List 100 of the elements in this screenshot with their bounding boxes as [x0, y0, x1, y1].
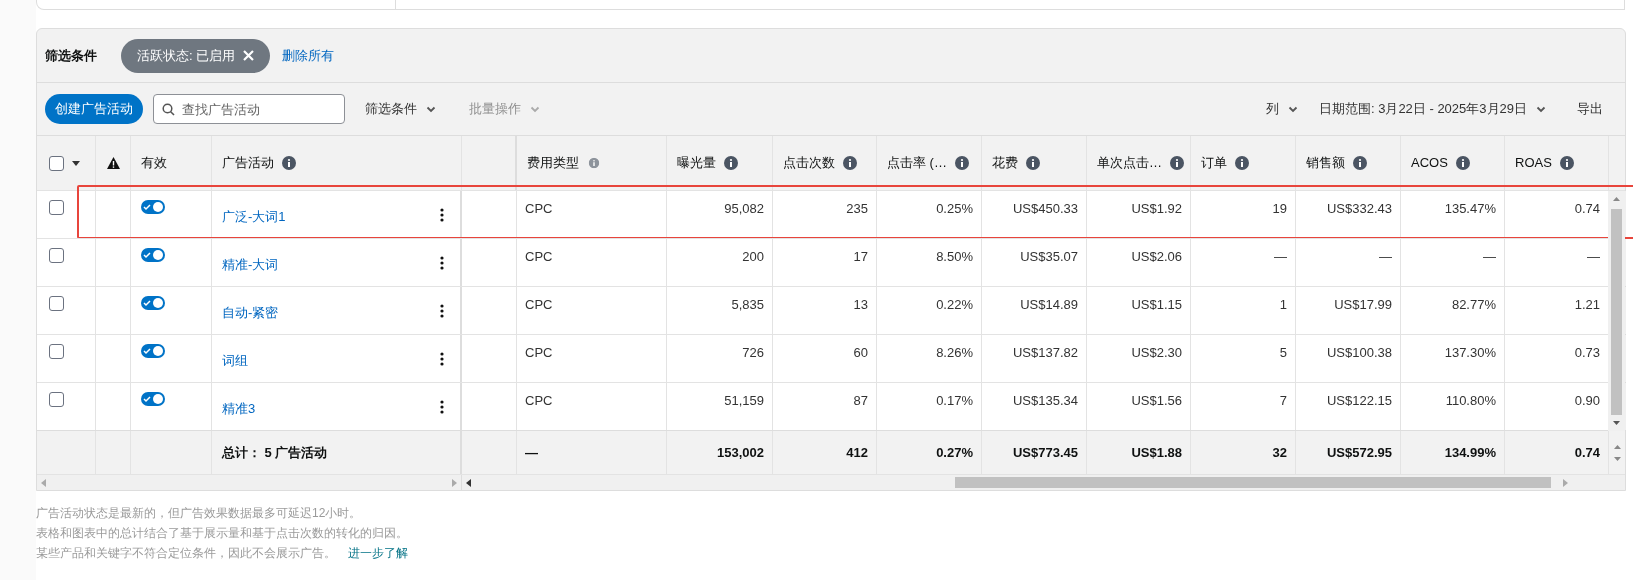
total-cell-text: 0.74: [1574, 443, 1600, 462]
toggle-switch[interactable]: [141, 344, 165, 358]
check-icon: [143, 251, 151, 259]
toggle-switch[interactable]: [141, 248, 165, 262]
scroll-down-icon[interactable]: [1614, 456, 1621, 461]
total-cell-text: —: [525, 443, 538, 462]
table-cell-text: —: [1379, 248, 1392, 266]
vertical-scrollbar[interactable]: [1608, 191, 1625, 431]
scroll-thumb[interactable]: [955, 477, 1551, 488]
table-cell-text: 1: [1279, 296, 1287, 314]
table-cell-text: US$332.43: [1326, 200, 1392, 218]
table-cell-text: CPC: [525, 248, 553, 266]
table-cell-text: —: [1587, 248, 1600, 266]
table-cell-text: 235: [846, 200, 868, 218]
table-cell-text: 200: [742, 248, 764, 266]
table-cell-text: —: [1483, 248, 1496, 266]
search-icon: [162, 103, 175, 116]
total-cell-text: 0.27%: [936, 443, 973, 462]
columns-dropdown[interactable]: 列: [1265, 99, 1299, 119]
check-icon: [143, 299, 151, 307]
column-header[interactable]: 点击次数: [783, 153, 835, 173]
table-cell-text: 87: [853, 392, 868, 410]
table-cell-text: 1.21: [1574, 296, 1600, 314]
table-cell-text: 110.80%: [1445, 392, 1496, 410]
scroll-down-icon[interactable]: [1613, 421, 1620, 425]
checkbox[interactable]: [49, 296, 64, 311]
column-header[interactable]: 销售额: [1306, 153, 1345, 173]
column-header[interactable]: 曝光量: [677, 153, 716, 173]
table-cell-text: 95,082: [724, 200, 764, 218]
toggle-switch[interactable]: [141, 392, 165, 406]
more-options-icon[interactable]: [440, 351, 444, 366]
table-cell-text: US$122.15: [1326, 392, 1392, 410]
caret-icon[interactable]: [72, 160, 80, 166]
check-icon: [143, 347, 151, 355]
export-button[interactable]: 导出: [1577, 99, 1603, 119]
checkbox[interactable]: [49, 344, 64, 359]
more-options-icon[interactable]: [440, 303, 444, 318]
checkbox[interactable]: [49, 155, 64, 171]
more-options-icon[interactable]: [440, 399, 444, 414]
scroll-left-icon[interactable]: [466, 478, 471, 487]
table-cell-text: —: [1274, 248, 1287, 266]
table-cell-text: 13: [853, 296, 868, 314]
checkbox[interactable]: [49, 392, 64, 407]
column-header[interactable]: 有效: [141, 153, 167, 173]
check-icon: [143, 395, 151, 403]
table-cell-text: 51,159: [724, 392, 764, 410]
filter-dropdown[interactable]: 筛选条件: [365, 99, 437, 119]
table-cell-text: 60: [853, 344, 868, 362]
table-cell-text: 726: [742, 344, 764, 362]
table-cell-text: US$100.38: [1326, 344, 1392, 362]
table-cell-text: 135.47%: [1444, 200, 1496, 218]
column-header[interactable]: 费用类型: [527, 153, 579, 173]
table-cell-text: US$450.33: [1012, 200, 1078, 218]
table-cell-text: CPC: [525, 392, 553, 410]
learn-more-link[interactable]: 进一步了解: [348, 543, 408, 563]
table-cell-text: 17: [853, 248, 868, 266]
column-header[interactable]: 点击率 (…: [887, 153, 947, 173]
table-cell-text: 5: [1279, 344, 1287, 362]
toggle-knob: [153, 346, 163, 356]
search-field[interactable]: 查找广告活动: [153, 94, 345, 124]
more-options-icon[interactable]: [440, 255, 444, 270]
column-header[interactable]: 广告活动: [222, 153, 274, 173]
clear-all-link[interactable]: 删除所有: [282, 45, 335, 66]
campaign-link[interactable]: 自动-紧密: [222, 302, 279, 323]
footnote: 某些产品和关键字不符合定位条件，因此不会展示广告。: [36, 545, 336, 562]
campaign-link[interactable]: 精准-大词: [222, 254, 279, 275]
column-header[interactable]: 单次点击…: [1097, 153, 1162, 173]
total-cell-text: 153,002: [717, 443, 764, 462]
create-campaign-button[interactable]: 创建广告活动: [45, 94, 143, 124]
toggle-switch[interactable]: [141, 200, 165, 214]
table-cell-text: 0.17%: [936, 392, 973, 410]
table-cell-text: CPC: [525, 344, 553, 362]
checkbox[interactable]: [49, 200, 64, 215]
table-cell-text: US$1.92: [1131, 200, 1182, 218]
date-range-dropdown[interactable]: 日期范围: 3月22日 - 2025年3月29日: [1318, 99, 1547, 119]
total-cell-text: 134.99%: [1444, 443, 1496, 462]
campaign-link[interactable]: 广泛-大词1: [222, 206, 286, 227]
scroll-up-icon[interactable]: [1614, 444, 1621, 449]
footnote: 表格和图表中的总计结合了基于展示量和基于点击次数的转化的归因。: [36, 525, 408, 542]
filter-label: 筛选条件: [45, 46, 97, 65]
column-header[interactable]: ROAS: [1515, 153, 1552, 173]
warning-icon: [106, 157, 120, 169]
column-header[interactable]: ACOS: [1411, 153, 1448, 173]
table-cell-text: US$1.15: [1131, 296, 1182, 314]
column-header[interactable]: 订单: [1201, 153, 1227, 173]
table-cell-text: 8.50%: [936, 248, 973, 266]
filter-chip[interactable]: 活跃状态: 已启用: [121, 38, 271, 73]
table-cell-text: 0.74: [1574, 200, 1600, 218]
more-options-icon[interactable]: [440, 207, 444, 222]
table-cell-text: US$135.34: [1012, 392, 1078, 410]
toggle-switch[interactable]: [141, 296, 165, 310]
total-cell-text: 32: [1272, 443, 1287, 462]
scroll-up-icon[interactable]: [1613, 197, 1620, 201]
campaign-link[interactable]: 词组: [222, 350, 248, 371]
table-cell-text: CPC: [525, 200, 553, 218]
column-header[interactable]: 花费: [992, 153, 1018, 173]
checkbox[interactable]: [49, 248, 64, 263]
scroll-thumb[interactable]: [1611, 209, 1622, 415]
total-cell-text: US$773.45: [1012, 443, 1078, 462]
campaign-link[interactable]: 精准3: [222, 398, 256, 419]
